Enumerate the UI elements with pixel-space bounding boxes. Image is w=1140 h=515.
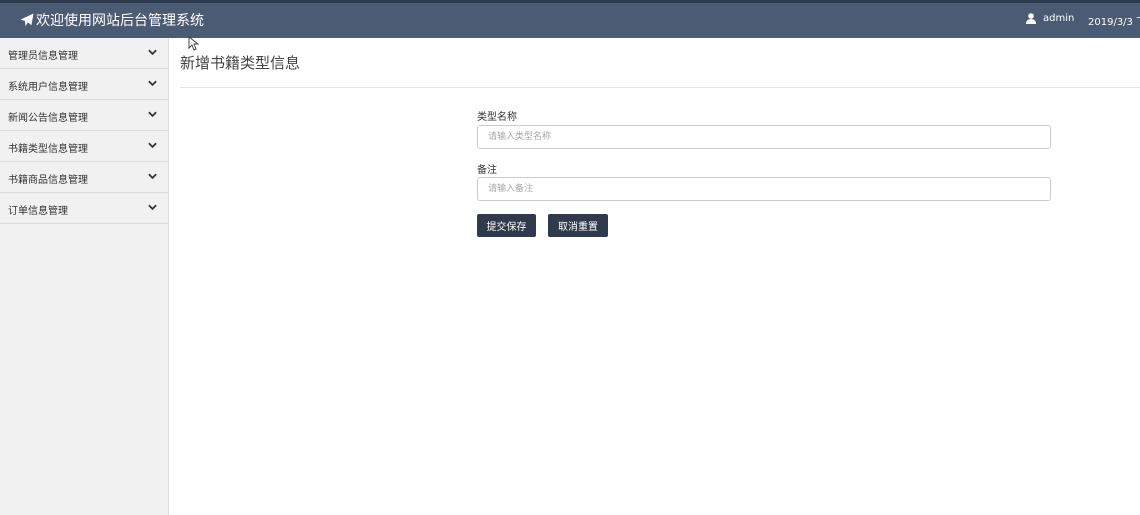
sidebar-item-label: 书籍类型信息管理 — [8, 144, 88, 155]
sidebar-nav: 管理员信息管理 系统用户信息管理 新闻公告信息管理 书籍类型信息管理 书籍商品信… — [0, 38, 169, 515]
remark-label: 备注 — [477, 165, 497, 176]
sidebar-item-label: 管理员信息管理 — [8, 51, 78, 62]
type-name-label: 类型名称 — [477, 112, 517, 123]
user-icon — [1026, 13, 1036, 24]
sidebar-item-book-product-info[interactable]: 书籍商品信息管理 — [0, 162, 168, 193]
mouse-pointer-icon — [188, 36, 199, 51]
chevron-down-icon — [148, 173, 157, 180]
current-datetime: 2019/3/3 下 — [1088, 17, 1140, 28]
sidebar-item-label: 书籍商品信息管理 — [8, 175, 88, 186]
chevron-down-icon — [148, 49, 157, 56]
sidebar-item-system-user-info[interactable]: 系统用户信息管理 — [0, 69, 168, 100]
sidebar-item-label: 系统用户信息管理 — [8, 82, 88, 93]
sidebar-item-label: 新闻公告信息管理 — [8, 113, 88, 124]
page-title: 新增书籍类型信息 — [180, 54, 301, 72]
remark-input[interactable] — [477, 177, 1051, 201]
chevron-down-icon — [148, 80, 157, 87]
sidebar-item-label: 订单信息管理 — [8, 206, 68, 217]
sidebar-item-order-info[interactable]: 订单信息管理 — [0, 193, 168, 224]
cancel-reset-button[interactable]: 取消重置 — [548, 214, 608, 237]
paper-plane-icon — [20, 13, 34, 27]
sidebar-item-book-type-info[interactable]: 书籍类型信息管理 — [0, 131, 168, 162]
chevron-down-icon — [148, 111, 157, 118]
chevron-down-icon — [148, 142, 157, 149]
submit-save-button[interactable]: 提交保存 — [477, 214, 536, 237]
sidebar-item-news-info[interactable]: 新闻公告信息管理 — [0, 100, 168, 131]
app-title: 欢迎使用网站后台管理系统 — [36, 13, 204, 29]
title-divider — [180, 87, 1140, 88]
username: admin — [1043, 13, 1075, 24]
chevron-down-icon — [148, 204, 157, 211]
user-menu[interactable]: admin — [1026, 13, 1074, 24]
type-name-input[interactable] — [477, 125, 1051, 149]
sidebar-item-admin-info[interactable]: 管理员信息管理 — [0, 38, 168, 69]
app-brand[interactable]: 欢迎使用网站后台管理系统 — [20, 10, 204, 30]
top-header-bar: 欢迎使用网站后台管理系统 admin 2019/3/3 下 — [0, 0, 1140, 38]
